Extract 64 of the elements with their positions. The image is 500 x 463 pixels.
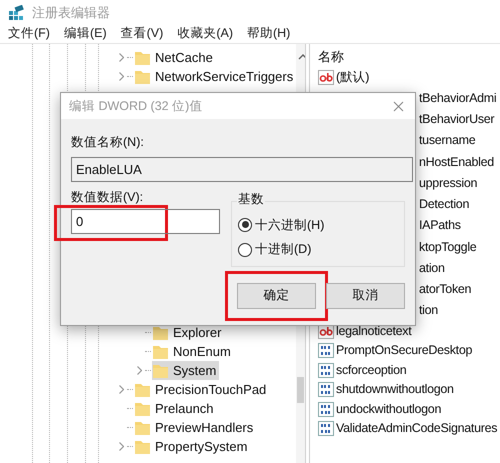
value-name[interactable]: tion (419, 301, 438, 320)
value-name[interactable]: tBehaviorUser (419, 110, 494, 129)
folder-icon (152, 324, 169, 340)
field-label: 数值数据(V): (71, 190, 144, 204)
value-name[interactable]: undockwithoutlogon (336, 400, 442, 419)
folder-icon (134, 382, 151, 398)
binary-value-icon (318, 362, 334, 378)
menu-item[interactable]: 文件(F) (4, 24, 54, 43)
binary-value-icon (318, 421, 334, 436)
value-name[interactable]: ValidateAdminCodeSignatures (336, 419, 498, 438)
menu-item[interactable]: 编辑(E) (60, 24, 111, 43)
folder-icon (134, 438, 151, 454)
value-name[interactable]: Detection (419, 195, 470, 214)
menu-item[interactable]: 查看(V) (116, 24, 168, 43)
registry-icon (8, 5, 24, 21)
binary-value-icon (318, 343, 334, 358)
tree-item[interactable]: PropertySystem (134, 436, 250, 456)
folder-icon (152, 344, 169, 360)
close-icon (392, 100, 404, 112)
radio-label[interactable]: 十进制(D) (255, 240, 312, 259)
folder-icon (134, 400, 151, 416)
dialog-title: 编辑 DWORD (32 位)值 (69, 98, 202, 115)
dialog-button[interactable]: 确定 (237, 282, 316, 308)
value-name[interactable]: PromptOnSecureDesktop (336, 341, 472, 360)
tree-item[interactable]: Explorer (152, 322, 224, 342)
name-field[interactable]: EnableLUA (71, 156, 413, 182)
dialog-button[interactable]: 取消 (326, 282, 405, 308)
tree-item[interactable]: NetCache (134, 48, 216, 68)
tree-item[interactable]: PreviewHandlers (134, 418, 256, 438)
menu-item[interactable]: 帮助(H) (242, 24, 294, 43)
value-name[interactable]: shutdownwithoutlogon (336, 380, 454, 400)
column-header[interactable]: 名称 (318, 46, 500, 68)
binary-value-icon (318, 402, 334, 417)
value-name[interactable]: IAPaths (419, 216, 461, 236)
value-name[interactable]: tBehaviorAdmi (419, 88, 496, 108)
folder-icon (134, 420, 151, 436)
string-value-icon (318, 70, 334, 86)
scroll-up-icon (298, 53, 305, 61)
radio-button[interactable] (238, 218, 252, 232)
radio-button[interactable] (238, 242, 252, 257)
value-name[interactable]: ation (419, 258, 445, 278)
value-field[interactable]: 0 (71, 208, 220, 234)
value-name[interactable]: atorToken (419, 280, 472, 299)
radio-label[interactable]: 十六进制(H) (255, 216, 324, 234)
tree-item[interactable]: System (152, 360, 220, 380)
value-name[interactable]: nHostEnabled (419, 152, 494, 172)
value-name[interactable]: scforceoption (336, 360, 406, 380)
scroll-thumb[interactable] (297, 377, 304, 403)
folder-icon (134, 68, 151, 84)
value-name[interactable]: uppression (419, 174, 478, 193)
value-name[interactable]: (默认) (336, 68, 370, 88)
window-title: 注册表编辑器 (32, 4, 110, 22)
tree-item[interactable]: NonEnum (152, 342, 234, 362)
menu-item[interactable]: 收藏夹(A) (173, 24, 237, 43)
tree-item[interactable]: NetworkServiceTriggers (134, 66, 296, 86)
value-name[interactable]: legalnoticetext (336, 322, 412, 341)
value-name[interactable]: tusername (419, 131, 476, 150)
folder-icon (134, 50, 151, 66)
field-label: 数值名称(N): (71, 134, 145, 151)
tree-item[interactable]: Prelaunch (134, 398, 217, 418)
value-name[interactable]: ktopToggle (419, 238, 476, 256)
folder-icon (152, 362, 169, 378)
tree-item[interactable]: PrecisionTouchPad (134, 380, 270, 400)
binary-value-icon (318, 382, 334, 398)
